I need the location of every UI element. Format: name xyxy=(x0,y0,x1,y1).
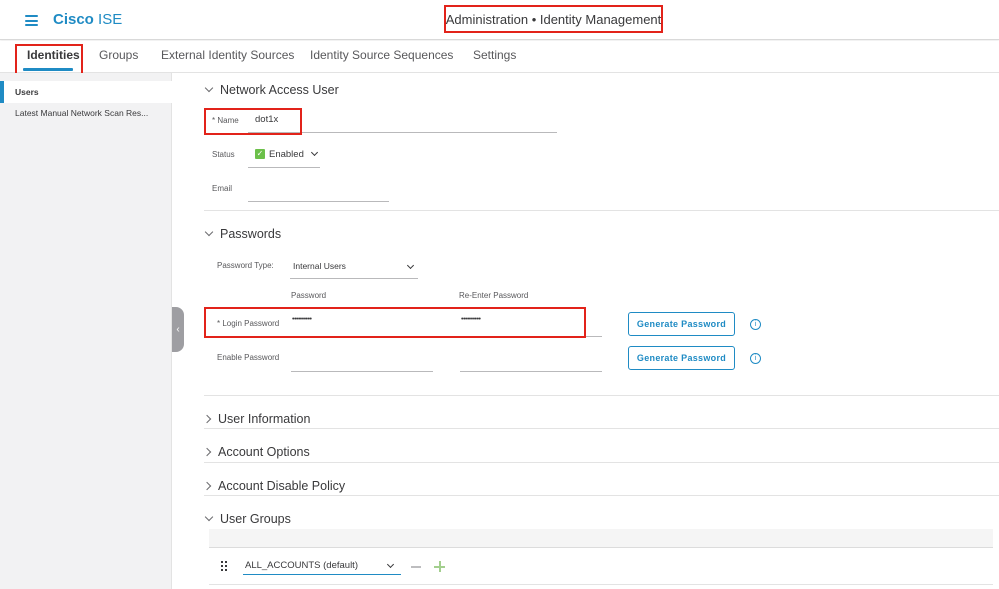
section-divider xyxy=(204,428,999,429)
password-type-label: Password Type: xyxy=(217,261,274,270)
reenter-password-column-header: Re-Enter Password xyxy=(459,291,529,300)
main-content: Network Access User * Name dot1x Status … xyxy=(184,73,999,589)
password-column-header: Password xyxy=(291,291,327,300)
drag-handle-icon[interactable] xyxy=(221,561,229,573)
email-underline xyxy=(248,201,389,202)
add-group-icon[interactable] xyxy=(434,561,445,572)
section-divider xyxy=(204,395,999,396)
tab-identities-highlight xyxy=(15,44,83,75)
chevron-down-icon xyxy=(204,512,214,522)
section-network-access-user[interactable]: Network Access User xyxy=(204,83,339,97)
remove-group-icon[interactable] xyxy=(411,566,421,568)
password-type-dropdown[interactable]: Internal Users xyxy=(293,261,417,271)
enable-password-input[interactable] xyxy=(292,353,432,369)
status-label: Status xyxy=(212,150,235,159)
email-input[interactable] xyxy=(250,183,390,199)
user-group-value: ALL_ACCOUNTS (default) xyxy=(245,560,358,571)
section-account-disable-policy[interactable]: Account Disable Policy xyxy=(202,479,346,493)
tab-bar: Identities Groups External Identity Sour… xyxy=(0,41,999,75)
sidebar: Users Latest Manual Network Scan Res... xyxy=(0,73,172,589)
section-title: Passwords xyxy=(220,227,282,241)
login-password-highlight xyxy=(204,307,586,338)
section-title: User Information xyxy=(218,412,311,426)
status-dropdown[interactable]: ✓ Enabled xyxy=(255,148,318,160)
user-group-row: ALL_ACCOUNTS (default) xyxy=(209,549,993,585)
chevron-down-icon xyxy=(204,227,214,237)
tab-external-identity-sources[interactable]: External Identity Sources xyxy=(161,41,294,73)
section-account-options[interactable]: Account Options xyxy=(202,445,310,459)
user-groups-table-header xyxy=(209,529,993,548)
tab-settings[interactable]: Settings xyxy=(473,41,516,73)
section-user-information[interactable]: User Information xyxy=(202,412,311,426)
info-icon[interactable]: i xyxy=(750,353,761,364)
name-highlight xyxy=(204,108,302,135)
generate-login-password-button[interactable]: Generate Password xyxy=(628,312,735,336)
section-divider xyxy=(204,210,999,211)
menu-icon[interactable] xyxy=(25,15,38,26)
chevron-down-icon xyxy=(386,560,395,569)
enable-password-reenter-input[interactable] xyxy=(461,353,601,369)
section-title: Network Access User xyxy=(220,83,339,97)
enable-password-label: Enable Password xyxy=(217,353,280,362)
section-user-groups[interactable]: User Groups xyxy=(204,512,291,526)
brand-logo[interactable]: Cisco ISE xyxy=(53,11,122,28)
brand-product: ISE xyxy=(98,11,123,28)
status-underline xyxy=(248,167,320,168)
sidebar-collapse-button[interactable]: ‹ xyxy=(172,307,184,352)
chevron-down-icon xyxy=(406,261,415,270)
section-title: User Groups xyxy=(220,512,291,526)
tab-groups[interactable]: Groups xyxy=(99,41,138,73)
info-icon[interactable]: i xyxy=(750,319,761,330)
sidebar-item-network-scan[interactable]: Latest Manual Network Scan Res... xyxy=(0,102,172,124)
password-type-value: Internal Users xyxy=(293,261,346,271)
brand-name: Cisco xyxy=(53,11,94,28)
tab-identity-source-sequences[interactable]: Identity Source Sequences xyxy=(310,41,453,73)
section-divider xyxy=(204,462,999,463)
status-value: Enabled xyxy=(269,149,304,160)
chevron-down-icon xyxy=(204,83,214,93)
chevron-down-icon xyxy=(310,148,318,157)
section-divider xyxy=(204,495,999,496)
sidebar-item-users[interactable]: Users xyxy=(0,81,172,103)
chevron-right-icon xyxy=(202,447,212,457)
chevron-right-icon xyxy=(202,414,212,424)
enabled-check-icon: ✓ xyxy=(255,149,265,160)
password-type-underline xyxy=(290,278,418,279)
enable-reenter-underline xyxy=(460,371,602,372)
chevron-right-icon xyxy=(202,481,212,491)
enable-password-underline xyxy=(291,371,433,372)
section-title: Account Disable Policy xyxy=(218,479,346,493)
generate-enable-password-button[interactable]: Generate Password xyxy=(628,346,735,370)
page-title: Administration • Identity Management xyxy=(444,5,663,33)
email-label: Email xyxy=(212,184,233,193)
section-passwords[interactable]: Passwords xyxy=(204,227,281,241)
section-title: Account Options xyxy=(218,445,310,459)
chevron-left-icon: ‹ xyxy=(176,324,180,335)
top-header: Cisco ISE Administration • Identity Mana… xyxy=(0,0,999,40)
user-group-dropdown[interactable]: ALL_ACCOUNTS (default) xyxy=(243,557,401,575)
